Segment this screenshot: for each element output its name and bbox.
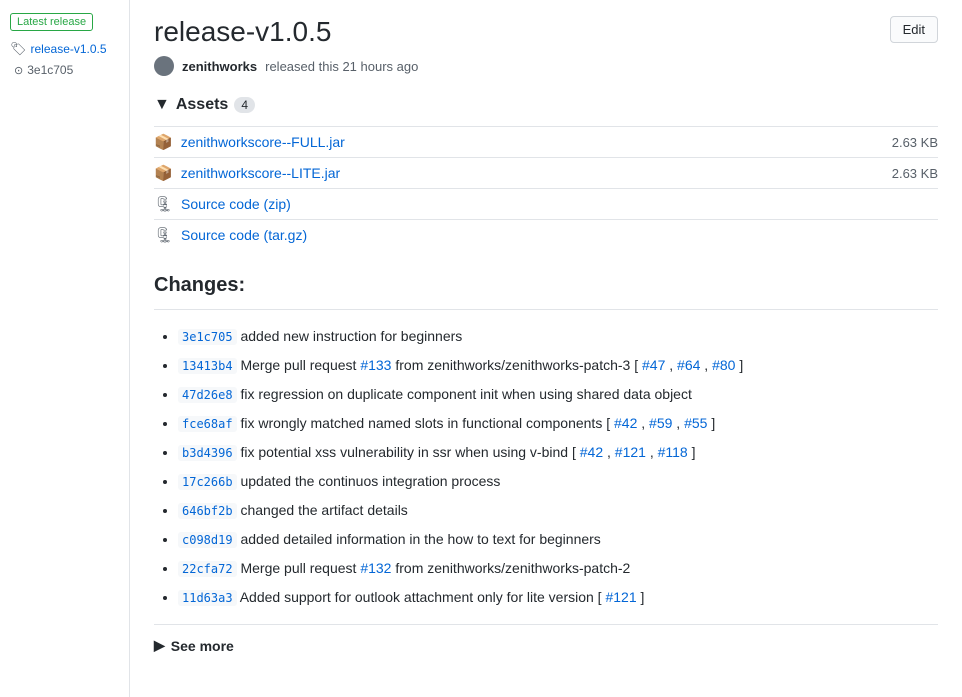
- asset-size-full-jar: 2.63 KB: [892, 135, 938, 150]
- pr-link-64[interactable]: #64: [677, 357, 700, 373]
- sidebar-commit-link[interactable]: ⊙ 3e1c705: [10, 63, 119, 77]
- pr-link-59[interactable]: #59: [649, 415, 672, 431]
- list-item: 11d63a3 Added support for outlook attach…: [178, 587, 938, 608]
- list-item: c098d19 added detailed information in th…: [178, 529, 938, 550]
- commit-list: 3e1c705 added new instruction for beginn…: [154, 326, 938, 608]
- commit-text-8: added detailed information in the how to…: [240, 531, 600, 547]
- commit-hash-5[interactable]: b3d4396: [178, 445, 237, 461]
- asset-left: 📦 zenithworkscore--FULL.jar: [154, 133, 345, 151]
- sidebar-release-label: release-v1.0.5: [31, 42, 107, 56]
- commit-text-6: updated the continuos integration proces…: [240, 473, 500, 489]
- release-title: release-v1.0.5: [154, 16, 331, 48]
- list-item: fce68af fix wrongly matched named slots …: [178, 413, 938, 434]
- asset-link-lite-jar[interactable]: zenithworkscore--LITE.jar: [181, 165, 341, 181]
- pr-link-42b[interactable]: #42: [580, 444, 603, 460]
- list-item: 22cfa72 Merge pull request #132 from zen…: [178, 558, 938, 579]
- avatar: [154, 56, 174, 76]
- main-content: release-v1.0.5 Edit zenithworks released…: [130, 0, 962, 697]
- pr-link-121b[interactable]: #121: [605, 589, 636, 605]
- commit-text-9b: from zenithworks/zenithworks-patch-2: [395, 560, 630, 576]
- pr-link-47[interactable]: #47: [642, 357, 665, 373]
- sidebar: Latest release 🏷 release-v1.0.5 ⊙ 3e1c70…: [0, 0, 130, 697]
- commit-text-2: Merge pull request: [240, 357, 360, 373]
- commit-hash-10[interactable]: 11d63a3: [178, 590, 237, 606]
- pr-link-118[interactable]: #118: [658, 444, 688, 460]
- list-item: 47d26e8 fix regression on duplicate comp…: [178, 384, 938, 405]
- commit-hash-8[interactable]: c098d19: [178, 532, 237, 548]
- changes-divider: [154, 309, 938, 310]
- assets-count: 4: [234, 97, 255, 113]
- changes-title: Changes:: [154, 274, 938, 297]
- pr-link-55[interactable]: #55: [684, 415, 707, 431]
- commit-hash-4[interactable]: fce68af: [178, 416, 237, 432]
- targz-icon: 🗜: [154, 226, 173, 244]
- list-item: 3e1c705 added new instruction for beginn…: [178, 326, 938, 347]
- commit-text-2b: from zenithworks/zenithworks-patch-3 [: [395, 357, 642, 373]
- edit-button[interactable]: Edit: [890, 16, 938, 43]
- sidebar-release-link[interactable]: 🏷 release-v1.0.5: [10, 41, 119, 57]
- source-row-zip: 🗜 Source code (zip): [154, 188, 938, 219]
- commit-text-10: Added support for outlook attachment onl…: [240, 589, 606, 605]
- pr-link-80[interactable]: #80: [712, 357, 735, 373]
- source-link-zip[interactable]: Source code (zip): [181, 196, 291, 212]
- source-link-targz[interactable]: Source code (tar.gz): [181, 227, 307, 243]
- commit-text-3: fix regression on duplicate component in…: [240, 386, 691, 402]
- release-meta: zenithworks released this 21 hours ago: [154, 56, 938, 76]
- list-item: 17c266b updated the continuos integratio…: [178, 471, 938, 492]
- commit-text-4: fix wrongly matched named slots in funct…: [240, 415, 614, 431]
- release-header: release-v1.0.5 Edit: [154, 16, 938, 48]
- commit-text-9: Merge pull request: [240, 560, 360, 576]
- assets-title: Assets: [176, 96, 228, 114]
- asset-size-lite-jar: 2.63 KB: [892, 166, 938, 181]
- commit-hash-7[interactable]: 646bf2b: [178, 503, 237, 519]
- commit-text-5: fix potential xss vulnerability in ssr w…: [240, 444, 579, 460]
- commit-hash-1[interactable]: 3e1c705: [178, 329, 237, 345]
- asset-row-full-jar: 📦 zenithworkscore--FULL.jar 2.63 KB: [154, 126, 938, 157]
- pr-link-121a[interactable]: #121: [615, 444, 646, 460]
- release-time: released this 21 hours ago: [265, 59, 418, 74]
- commit-text-7: changed the artifact details: [240, 502, 407, 518]
- assets-header[interactable]: ▼ Assets 4: [154, 96, 938, 114]
- asset-row-lite-jar: 📦 zenithworkscore--LITE.jar 2.63 KB: [154, 157, 938, 188]
- pr-link-133[interactable]: #133: [360, 357, 391, 373]
- latest-release-badge: Latest release: [10, 13, 93, 31]
- commit-hash-6[interactable]: 17c266b: [178, 474, 237, 490]
- changes-section: Changes: 3e1c705 added new instruction f…: [154, 274, 938, 654]
- commit-text-1: added new instruction for beginners: [240, 328, 462, 344]
- commit-hash-2[interactable]: 13413b4: [178, 358, 237, 374]
- list-item: 13413b4 Merge pull request #133 from zen…: [178, 355, 938, 376]
- source-row-targz: 🗜 Source code (tar.gz): [154, 219, 938, 250]
- jar-icon-lite: 📦: [154, 164, 173, 182]
- jar-icon: 📦: [154, 133, 173, 151]
- see-more-label: See more: [171, 638, 234, 654]
- see-more[interactable]: ▶ See more: [154, 624, 938, 654]
- pr-link-132[interactable]: #132: [360, 560, 391, 576]
- commit-hash-3[interactable]: 47d26e8: [178, 387, 237, 403]
- commit-icon: ⊙: [14, 64, 23, 77]
- chevron-right-icon: ▶: [154, 637, 165, 654]
- commit-hash-9[interactable]: 22cfa72: [178, 561, 237, 577]
- sidebar-commit-label: 3e1c705: [27, 63, 73, 77]
- pr-link-42a[interactable]: #42: [614, 415, 637, 431]
- author-link[interactable]: zenithworks: [182, 59, 257, 74]
- asset-link-full-jar[interactable]: zenithworkscore--FULL.jar: [181, 134, 345, 150]
- chevron-down-icon: ▼: [154, 96, 170, 114]
- zip-icon: 🗜: [154, 195, 173, 213]
- tag-icon: 🏷: [10, 41, 27, 57]
- asset-left-lite: 📦 zenithworkscore--LITE.jar: [154, 164, 340, 182]
- assets-section: ▼ Assets 4 📦 zenithworkscore--FULL.jar 2…: [154, 96, 938, 250]
- list-item: 646bf2b changed the artifact details: [178, 500, 938, 521]
- list-item: b3d4396 fix potential xss vulnerability …: [178, 442, 938, 463]
